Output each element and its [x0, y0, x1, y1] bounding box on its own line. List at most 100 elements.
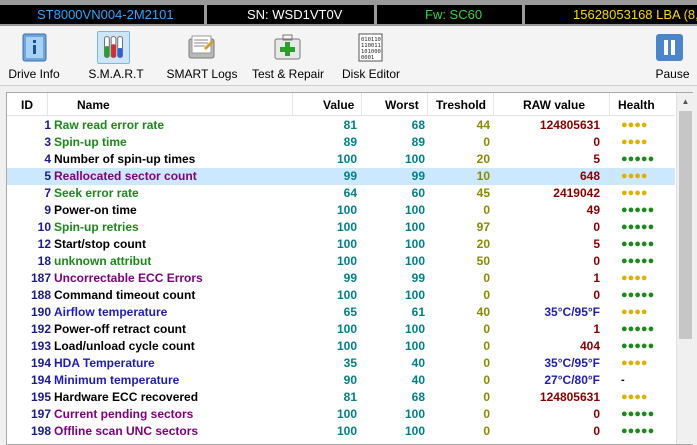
attribute-name: Spin-up retries [54, 220, 139, 234]
attribute-id: 12 [37, 237, 51, 251]
attribute-worst: 100 [404, 237, 425, 251]
attribute-name: Power-on time [54, 203, 137, 217]
attribute-raw-value: 124805631 [539, 118, 600, 132]
attribute-raw-value: 35°C/95°F [544, 305, 600, 319]
attribute-threshold: 0 [483, 390, 490, 404]
column-header-health[interactable]: Health [618, 98, 655, 112]
health-indicator: ●●●●● [621, 408, 655, 420]
table-row[interactable]: 10 Spin-up retries 100 100 97 0 ●●●●● [7, 219, 675, 236]
attribute-name: Minimum temperature [54, 373, 180, 387]
table-row[interactable]: 187 Uncorrectable ECC Errors 99 99 0 1 ●●●● [7, 270, 675, 287]
table-row[interactable]: 195 Hardware ECC recovered 81 68 0 124805631 ●… [7, 389, 675, 406]
firmware-version: Fw: SC60 [377, 5, 522, 24]
smart-button[interactable]: S.M.A.R.T [84, 27, 148, 85]
table-row[interactable]: 9 Power-on time 100 100 0 49 ●●●●● [7, 202, 675, 219]
pause-button[interactable]: Pause [648, 27, 697, 85]
attribute-id: 194 [30, 373, 51, 387]
table-row[interactable]: 12 Start/stop count 100 100 20 5 ●●●●● [7, 236, 675, 253]
table-row[interactable]: 198 Offline scan UNC sectors 100 100 0 0 ●●●●● [7, 423, 675, 440]
attribute-worst: 100 [404, 288, 425, 302]
smart-logs-button[interactable]: SMART Logs [161, 27, 243, 85]
column-header-threshold[interactable]: Treshold [436, 98, 486, 112]
attribute-id: 193 [30, 339, 51, 353]
serial-number: SN: WSD1VT0V [207, 5, 374, 24]
smart-window: { "status": { "model": "ST8000VN004-2M21… [0, 0, 697, 445]
attribute-name: Hardware ECC recovered [54, 390, 199, 404]
disk-editor-button[interactable]: 010110 110011 101000 0001 Disk Editor [336, 27, 406, 85]
attribute-raw-value: 5 [593, 152, 600, 166]
health-indicator: ●●●● [621, 306, 648, 318]
column-header-name[interactable]: Name [77, 98, 110, 112]
table-row[interactable]: 197 Current pending sectors 100 100 0 0 ●●●●● [7, 406, 675, 423]
attribute-value: 89 [343, 135, 357, 149]
attribute-id: 3 [44, 135, 51, 149]
scroll-up-arrow-icon[interactable]: ▲ [677, 93, 694, 110]
attribute-value: 81 [343, 390, 357, 404]
attribute-name: Seek error rate [54, 186, 139, 200]
table-row[interactable]: 192 Power-off retract count 100 100 0 1 ●●●●● [7, 321, 675, 338]
attribute-threshold: 0 [483, 407, 490, 421]
table-row[interactable]: 190 Airflow temperature 65 61 40 35°C/95°F ●●●… [7, 304, 675, 321]
attribute-worst: 89 [411, 135, 425, 149]
column-header-raw[interactable]: RAW value [523, 98, 585, 112]
attribute-name: Current pending sectors [54, 407, 194, 421]
column-divider [361, 93, 362, 115]
health-indicator: ●●●● [621, 170, 648, 182]
table-row[interactable]: 193 Load/unload cycle count 100 100 0 404 ●●●●… [7, 338, 675, 355]
table-row[interactable]: 194 HDA Temperature 35 40 0 35°C/95°F ●●●● [7, 355, 675, 372]
table-row[interactable]: 5 Reallocated sector count 99 99 10 648 ●●●● [7, 168, 675, 185]
table-row[interactable]: 3 Spin-up time 89 89 0 0 ●●●● [7, 134, 675, 151]
attribute-threshold: 0 [483, 373, 490, 387]
table-row[interactable]: 194 Minimum temperature 90 40 0 27°C/80°F - [7, 372, 675, 389]
attribute-value: 100 [336, 254, 357, 268]
attribute-value: 81 [343, 118, 357, 132]
svg-text:0001: 0001 [361, 55, 374, 61]
attribute-raw-value: 0 [593, 407, 600, 421]
attribute-threshold: 97 [476, 220, 490, 234]
attribute-name: Airflow temperature [54, 305, 168, 319]
log-folder-icon [188, 35, 215, 59]
table-row[interactable]: 18 unknown attribut 100 100 50 0 ●●●●● [7, 253, 675, 270]
drive-info-button[interactable]: Drive Info [0, 27, 68, 85]
attribute-threshold: 20 [476, 152, 490, 166]
attribute-name: Start/stop count [54, 237, 146, 251]
attribute-id: 10 [37, 220, 51, 234]
test-repair-button[interactable]: Test & Repair [246, 27, 330, 85]
column-header-value[interactable]: Value [323, 98, 354, 112]
health-indicator: - [621, 374, 625, 386]
attribute-worst: 100 [404, 322, 425, 336]
attribute-id: 5 [44, 169, 51, 183]
attribute-name: Uncorrectable ECC Errors [54, 271, 203, 285]
attribute-raw-value: 27°C/80°F [544, 373, 600, 387]
attribute-worst: 100 [404, 203, 425, 217]
table-row[interactable]: 188 Command timeout count 100 100 0 0 ●●●●● [7, 287, 675, 304]
attribute-threshold: 0 [483, 135, 490, 149]
attribute-worst: 100 [404, 220, 425, 234]
table-row[interactable]: 7 Seek error rate 64 60 45 2419042 ●●●● [7, 185, 675, 202]
table-row[interactable]: 1 Raw read error rate 81 68 44 124805631 ●●●● [7, 117, 675, 134]
attribute-value: 100 [336, 220, 357, 234]
attribute-raw-value: 35°C/95°F [544, 356, 600, 370]
health-indicator: ●●●● [621, 272, 648, 284]
attribute-value: 100 [336, 152, 357, 166]
attribute-raw-value: 648 [579, 169, 600, 183]
health-indicator: ●●●●● [621, 425, 655, 437]
test-repair-label: Test & Repair [251, 67, 325, 81]
column-header-worst[interactable]: Worst [385, 98, 419, 112]
pause-icon [656, 34, 683, 61]
attribute-worst: 60 [411, 186, 425, 200]
health-indicator: ●●●●● [621, 289, 655, 301]
attribute-name: Load/unload cycle count [54, 339, 195, 353]
attribute-worst: 100 [404, 407, 425, 421]
table-header: ID Name Value Worst Treshold RAW value H… [7, 93, 675, 116]
attribute-name: Spin-up time [54, 135, 127, 149]
vertical-scrollbar[interactable]: ▲ [676, 93, 693, 444]
disk-editor-label: Disk Editor [341, 67, 400, 81]
attribute-name: Offline scan UNC sectors [54, 424, 199, 438]
attribute-threshold: 0 [483, 271, 490, 285]
health-indicator: ●●●●● [621, 238, 655, 250]
column-header-id[interactable]: ID [21, 98, 33, 112]
scrollbar-thumb[interactable] [679, 111, 692, 339]
health-indicator: ●●●●● [621, 323, 655, 335]
table-row[interactable]: 4 Number of spin-up times 100 100 20 5 ●●●●● [7, 151, 675, 168]
